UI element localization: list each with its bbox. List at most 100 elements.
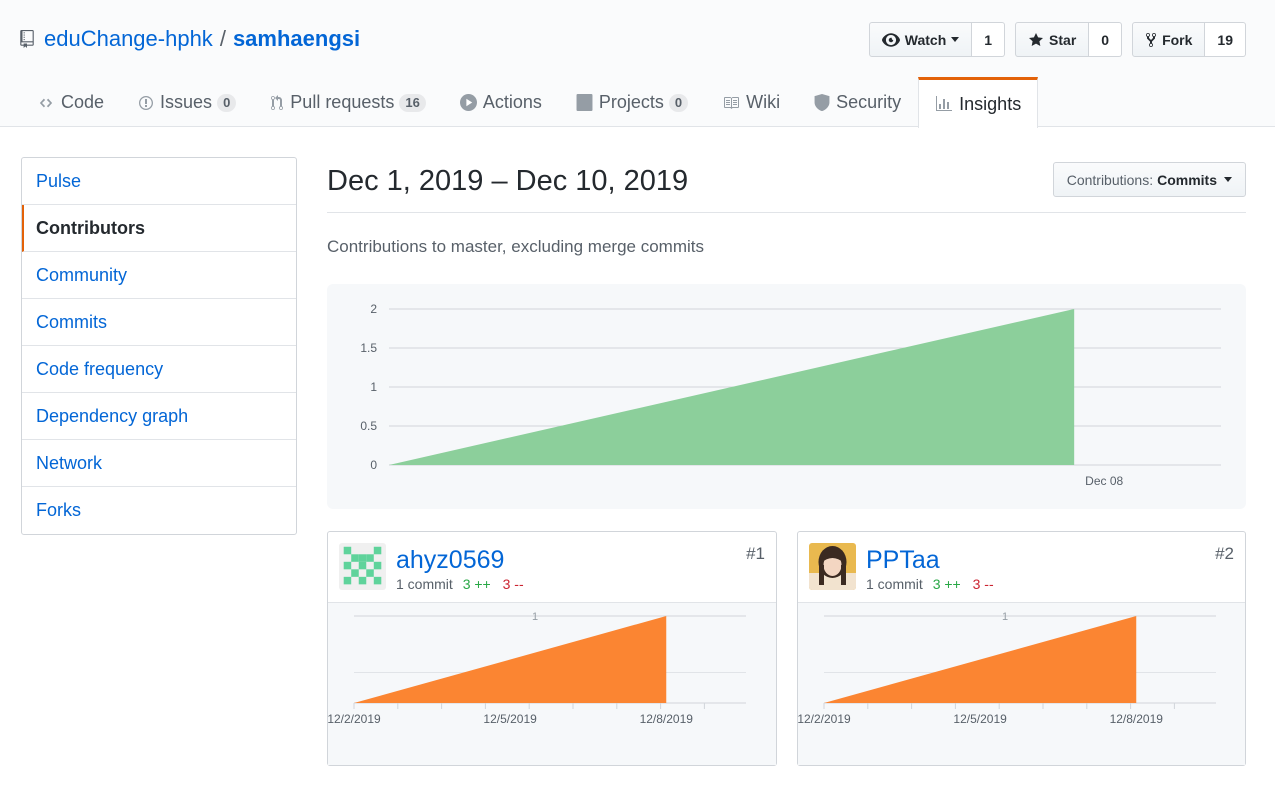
commits-graph: 0 0.5 1 1.5 2 Dec 08 [327, 284, 1246, 509]
sidebar-menu: Pulse Contributors Community Commits Cod… [21, 157, 297, 535]
subhead: Dec 1, 2019 – Dec 10, 2019 Contributions… [327, 157, 1246, 213]
tab-actions-label: Actions [482, 92, 542, 112]
tab-issues[interactable]: Issues 0 [121, 77, 253, 127]
tab-pull-requests[interactable]: Pull requests 16 [253, 77, 443, 127]
repo-separator: / [219, 26, 226, 51]
tab-projects-label: Projects [598, 92, 664, 112]
sidebar-item-forks[interactable]: Forks [22, 487, 296, 534]
fork-button[interactable]: Fork [1132, 22, 1206, 57]
avatar[interactable] [339, 543, 386, 590]
contributor-area [824, 616, 1137, 703]
contributor-card: PPTaa 1 commit 3 ++ 3 -- #2 1 12/2/2019 12… [797, 531, 1246, 766]
tab-wiki[interactable]: Wiki [705, 77, 797, 127]
commits-area-chart: 0 0.5 1 1.5 2 Dec 08 [360, 302, 1221, 488]
contributor-area-chart: 1 12/2/2019 12/5/2019 12/8/2019 [797, 611, 1216, 726]
tab-security-label: Security [836, 92, 902, 112]
issues-counter: 0 [217, 93, 237, 112]
sidebar-item-community[interactable]: Community [22, 252, 296, 299]
contributor-card: ahyz0569 1 commit 3 ++ 3 -- #1 1 12/2/201… [327, 531, 777, 766]
repo-actions: Watch 1 Star 0 Fork 19 [859, 22, 1246, 57]
projects-counter: 0 [668, 93, 689, 112]
repo-nav: Code Issues 0 Pull requests 16 Actions P… [20, 77, 1039, 128]
additions-count: 3 ++ [932, 576, 961, 592]
additions-count: 3 ++ [462, 576, 491, 592]
watch-label: Watch [904, 31, 947, 48]
sidebar-item-contributors[interactable]: Contributors [22, 205, 296, 252]
y-tick-label: 1 [370, 380, 377, 394]
code-icon [39, 98, 53, 107]
contributor-rank: #2 [1215, 544, 1234, 563]
contributions-description: Contributions to master, excluding merge… [327, 237, 704, 256]
x-tick-label: 12/5/2019 [953, 712, 1007, 726]
contributions-select-prefix: Contributions: [1066, 171, 1154, 188]
tab-projects[interactable]: Projects 0 [559, 77, 705, 127]
contributor-graph: 1 12/2/2019 12/5/2019 12/8/2019 [797, 603, 1245, 765]
tab-code-label: Code [61, 92, 105, 112]
y-tick-label: 1.5 [360, 341, 377, 355]
eye-icon [881, 32, 900, 47]
sidebar-item-dependency-graph[interactable]: Dependency graph [22, 393, 296, 440]
star-label: Star [1049, 31, 1077, 48]
chevron-down-icon [951, 37, 960, 42]
y-tick-label: 2 [370, 302, 377, 316]
commit-count-link[interactable]: 1 commit [866, 576, 923, 592]
contributor-rank: #1 [746, 544, 765, 563]
identicon-avatar [339, 543, 386, 590]
x-tick-label: 12/2/2019 [328, 712, 381, 726]
watch-group: Watch 1 [868, 22, 1006, 57]
deletions-count: 3 -- [972, 576, 994, 592]
sidebar-item-network[interactable]: Network [22, 440, 296, 487]
x-tick-label: 12/8/2019 [1110, 712, 1164, 726]
star-button[interactable]: Star [1015, 22, 1090, 57]
contributor-name-link[interactable]: ahyz0569 [396, 546, 504, 575]
contributor-card-header: ahyz0569 1 commit 3 ++ 3 -- #1 [328, 532, 776, 603]
chevron-down-icon [1224, 177, 1232, 182]
repo-title: eduChange-hphk / samhaengsi [20, 26, 360, 52]
tab-actions[interactable]: Actions [443, 77, 559, 127]
contributor-stats: 1 commit 3 ++ 3 -- [396, 576, 524, 592]
shield-icon [814, 94, 830, 111]
star-icon [1029, 32, 1044, 46]
y-tick-label: 0.5 [360, 419, 377, 433]
contributions-select-value: Commits [1157, 171, 1217, 188]
x-tick-label: Dec 08 [1085, 474, 1123, 488]
star-group: Star 0 [1015, 22, 1123, 57]
sidebar-item-pulse[interactable]: Pulse [22, 158, 296, 205]
watch-button[interactable]: Watch [868, 22, 973, 57]
tab-code[interactable]: Code [20, 77, 121, 127]
watch-count[interactable]: 1 [972, 22, 1006, 57]
repo-name-link[interactable]: samhaengsi [233, 26, 360, 52]
pull-requests-counter: 16 [399, 93, 426, 112]
contributions-select[interactable]: Contributions: Commits [1052, 162, 1246, 197]
avatar[interactable] [809, 543, 856, 590]
repo-owner-link[interactable]: eduChange-hphk [44, 26, 213, 52]
pull-request-icon [271, 94, 284, 110]
star-count[interactable]: 0 [1089, 22, 1123, 57]
contributor-stats: 1 commit 3 ++ 3 -- [866, 576, 994, 592]
contributor-graph: 1 12/2/2019 12/5/2019 12/8/2019 [327, 603, 776, 765]
sidebar-item-code-frequency[interactable]: Code frequency [22, 346, 296, 393]
project-icon [576, 94, 593, 111]
y-tick-label: 0 [370, 458, 377, 472]
tab-wiki-label: Wiki [746, 92, 781, 112]
contributor-area [354, 616, 667, 703]
repo-icon [20, 30, 34, 48]
x-tick-label: 12/8/2019 [640, 712, 694, 726]
date-range-title: Dec 1, 2019 – Dec 10, 2019 [327, 165, 689, 197]
play-icon [459, 94, 477, 111]
tab-insights[interactable]: Insights [918, 77, 1039, 128]
contributor-card-header: PPTaa 1 commit 3 ++ 3 -- #2 [798, 532, 1245, 603]
x-tick-label: 12/5/2019 [483, 712, 537, 726]
photo-avatar [809, 543, 856, 590]
sidebar-item-commits[interactable]: Commits [22, 299, 296, 346]
tab-issues-label: Issues [160, 92, 213, 112]
contributor-area-chart: 1 12/2/2019 12/5/2019 12/8/2019 [327, 611, 746, 726]
fork-count[interactable]: 19 [1205, 22, 1246, 57]
x-tick-label: 12/2/2019 [798, 712, 851, 726]
fork-group: Fork 19 [1132, 22, 1246, 57]
book-icon [724, 96, 740, 109]
y-tick-label: 1 [1002, 611, 1008, 623]
contributor-name-link[interactable]: PPTaa [866, 546, 940, 575]
commit-count-link[interactable]: 1 commit [396, 576, 453, 592]
tab-security[interactable]: Security [797, 77, 918, 127]
